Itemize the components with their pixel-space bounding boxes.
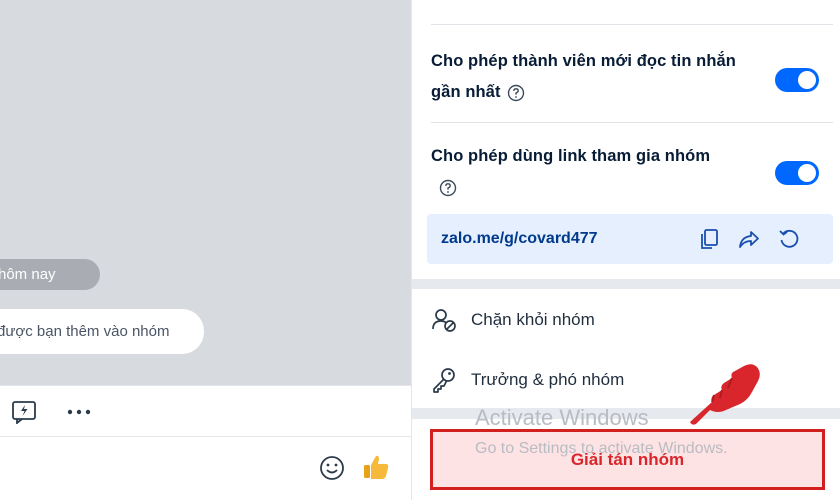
emoji-icon [320, 456, 344, 480]
chat-toolbar [0, 385, 411, 437]
help-icon[interactable] [439, 179, 457, 197]
help-icon[interactable] [507, 84, 525, 102]
copy-icon[interactable] [697, 227, 721, 251]
quick-message-icon [12, 401, 36, 424]
date-separator-pill: hôm nay [0, 259, 100, 290]
settings-separator [431, 122, 833, 123]
recent-messages-label-line2: gần nhất [431, 83, 501, 101]
disband-group-label: Giải tán nhóm [570, 450, 685, 469]
like-button[interactable] [361, 452, 391, 482]
group-link-url[interactable]: zalo.me/g/covard477 [441, 214, 598, 264]
quick-message-button[interactable] [10, 399, 38, 425]
section-divider [412, 279, 840, 289]
block-from-group-item[interactable]: Chặn khỏi nhóm [431, 300, 595, 340]
settings-separator [431, 24, 833, 25]
share-icon[interactable] [737, 227, 761, 251]
more-icon [67, 409, 91, 415]
system-message: được bạn thêm vào nhóm [0, 309, 204, 354]
block-user-icon [431, 307, 457, 333]
refresh-icon[interactable] [777, 227, 801, 251]
key-icon [431, 367, 457, 393]
join-link-toggle[interactable] [775, 161, 819, 185]
emoji-button[interactable] [318, 454, 346, 482]
admins-item[interactable]: Trưởng & phó nhóm [431, 360, 624, 400]
recent-messages-toggle[interactable] [775, 68, 819, 92]
more-options-button[interactable] [65, 399, 93, 425]
section-divider [412, 408, 840, 419]
admins-label: Trưởng & phó nhóm [471, 370, 625, 389]
group-settings-pane: Cho phép thành viên mới đọc tin nhắn gần… [412, 0, 840, 500]
chat-input-area[interactable] [0, 437, 411, 500]
recent-messages-label-line1: Cho phép thành viên mới đọc tin nhắn [431, 52, 736, 70]
block-from-group-label: Chặn khỏi nhóm [471, 310, 595, 329]
group-link-box: zalo.me/g/covard477 [427, 214, 833, 264]
date-separator-label: hôm nay [0, 266, 56, 283]
pointing-hand-icon [690, 364, 760, 425]
system-message-text: được bạn thêm vào nhóm [0, 323, 170, 340]
disband-group-button[interactable]: Giải tán nhóm [430, 429, 825, 490]
recent-messages-setting-label: Cho phép thành viên mới đọc tin nhắn gần… [431, 46, 761, 108]
join-link-setting-label: Cho phép dùng link tham gia nhóm [431, 141, 761, 203]
join-link-label: Cho phép dùng link tham gia nhóm [431, 147, 711, 165]
thumbs-up-icon [364, 455, 389, 479]
